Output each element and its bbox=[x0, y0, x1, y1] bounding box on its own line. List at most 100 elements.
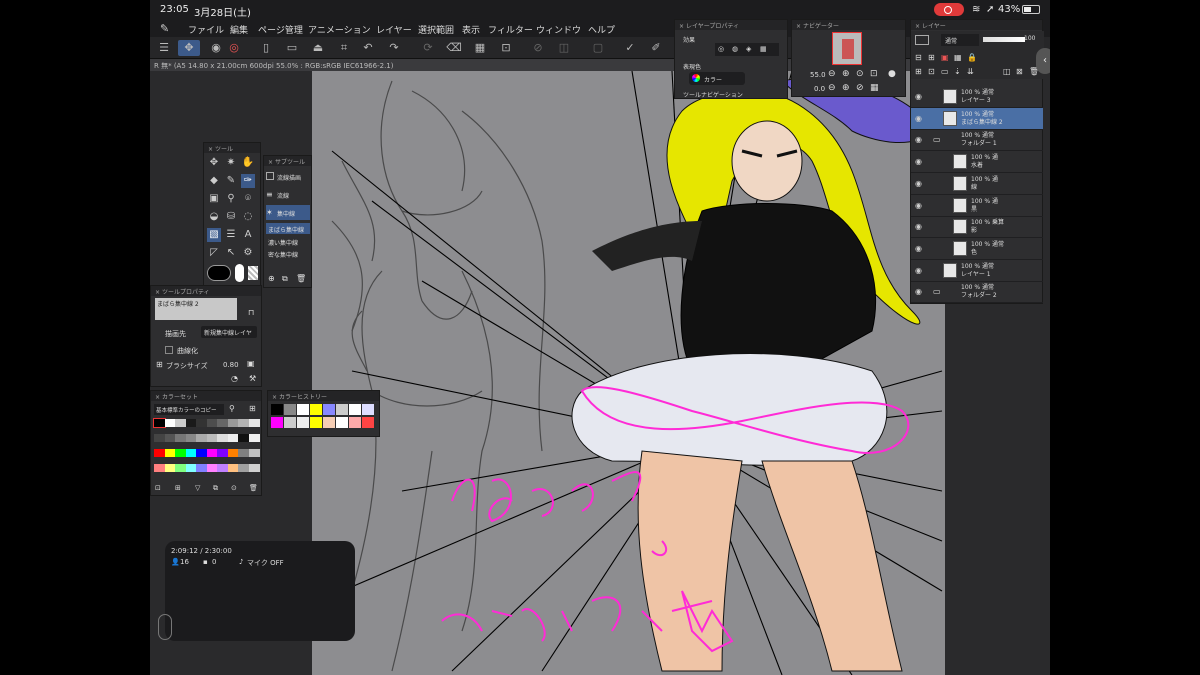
color-history-grid[interactable] bbox=[271, 404, 379, 432]
menu-item[interactable]: 表示 bbox=[462, 23, 480, 36]
stepper-icon[interactable]: ▣ bbox=[247, 359, 255, 368]
pencil-icon[interactable]: ✎ bbox=[224, 174, 238, 188]
layer-row[interactable]: ◉ ▭ 100 % 通常 フォルダー 2 bbox=[911, 281, 1043, 304]
menu-item[interactable]: フィルター bbox=[488, 23, 533, 36]
color-swatch[interactable] bbox=[164, 464, 176, 472]
reset-zoom-icon[interactable]: ● bbox=[888, 69, 896, 79]
color-swatch[interactable] bbox=[196, 434, 207, 442]
zoom-value[interactable]: 55.0 bbox=[810, 71, 826, 79]
menu-item[interactable]: 選択範囲 bbox=[418, 23, 454, 36]
eye-icon[interactable]: ◉ bbox=[915, 222, 925, 232]
layer-color-icon[interactable]: ◈ bbox=[746, 45, 751, 53]
subtool-item[interactable]: ≡ 流線 bbox=[266, 187, 310, 202]
color-swatch[interactable] bbox=[248, 434, 260, 442]
color-swatch[interactable] bbox=[175, 434, 186, 442]
apply-mask-icon[interactable]: ⊠ bbox=[1016, 67, 1023, 76]
correction-icon[interactable]: ⚙ bbox=[241, 246, 255, 260]
new-raster-icon[interactable]: ⊞ bbox=[915, 67, 922, 76]
transparent-swatch[interactable] bbox=[248, 266, 258, 280]
fill-icon[interactable]: ▦ bbox=[472, 40, 488, 56]
color-swatch[interactable] bbox=[164, 434, 176, 442]
color-swatch[interactable] bbox=[175, 419, 186, 427]
swatch-settings-icon[interactable]: ⊙ bbox=[231, 484, 237, 492]
lock-icon[interactable]: ⊓ bbox=[248, 308, 254, 317]
record-indicator[interactable] bbox=[934, 3, 964, 16]
operation-icon[interactable]: ↖ bbox=[224, 246, 238, 260]
history-swatch[interactable] bbox=[271, 404, 283, 415]
color-swatch[interactable] bbox=[154, 464, 165, 472]
eye-icon[interactable]: ◉ bbox=[915, 114, 925, 124]
history-swatch[interactable] bbox=[323, 417, 335, 428]
color-swatch[interactable] bbox=[227, 434, 239, 442]
lock-transparency-icon[interactable]: ▦ bbox=[954, 53, 962, 62]
color-swatch[interactable] bbox=[154, 434, 165, 442]
menu-item[interactable]: ページ管理 bbox=[258, 23, 303, 36]
color-search-icon[interactable]: ⚲ bbox=[229, 404, 235, 413]
eye-icon[interactable]: ◉ bbox=[915, 201, 925, 211]
tone-effect-icon[interactable]: ◍ bbox=[732, 45, 738, 53]
eyedropper-icon[interactable]: ⚲ bbox=[224, 192, 238, 206]
menu-item[interactable]: アニメーション bbox=[308, 23, 371, 36]
menu-item[interactable]: レイヤー bbox=[376, 23, 412, 36]
color-swatch[interactable] bbox=[238, 449, 249, 457]
history-swatch[interactable] bbox=[323, 404, 335, 415]
mic-status[interactable]: マイク OFF bbox=[247, 558, 284, 568]
layer-row[interactable]: ◉ 100 % 通常色 bbox=[911, 238, 1043, 260]
color-swatch[interactable] bbox=[227, 419, 239, 427]
layer-row[interactable]: ◉ 100 % 通黒 bbox=[911, 195, 1043, 217]
layer-row[interactable]: ◉ 100 % 通常 レイヤー 1 bbox=[911, 260, 1043, 282]
history-swatch[interactable] bbox=[336, 404, 348, 415]
airbrush-icon[interactable]: ▣ bbox=[207, 192, 221, 206]
swatch-replace-icon[interactable]: ▽ bbox=[195, 484, 200, 492]
color-swatch[interactable] bbox=[206, 449, 218, 457]
lock-layer-icon[interactable]: 🔒 bbox=[967, 53, 977, 62]
rotate-right-icon[interactable]: ⊕ bbox=[842, 83, 850, 93]
navigator-preview[interactable] bbox=[832, 32, 862, 65]
color-swatch[interactable] bbox=[238, 419, 249, 427]
settings-icon[interactable]: ◔ bbox=[231, 374, 238, 383]
layer-mask-icon[interactable]: ◫ bbox=[1003, 67, 1011, 76]
color-set-select[interactable]: 基本標準カラーのコピー bbox=[154, 404, 224, 415]
history-swatch[interactable] bbox=[284, 404, 296, 415]
print-icon[interactable]: ⌗ bbox=[336, 40, 352, 56]
transform-icon[interactable]: ⊡ bbox=[498, 40, 514, 56]
layer-mask-toggle[interactable] bbox=[915, 35, 929, 45]
zoom-out-icon[interactable]: ⊖ bbox=[828, 69, 836, 79]
redo-icon[interactable]: ↷ bbox=[386, 40, 402, 56]
swatch-tool-icon[interactable]: ⊡ bbox=[155, 484, 161, 492]
layers-icon[interactable]: ☰ bbox=[224, 228, 238, 242]
subtool-item[interactable]: 密な集中線 bbox=[266, 248, 310, 259]
wrench-icon[interactable]: ⚒ bbox=[249, 374, 256, 383]
invert-selection-icon[interactable]: ◫ bbox=[556, 40, 572, 56]
color-swatch-grid[interactable] bbox=[153, 418, 260, 479]
history-swatch[interactable] bbox=[284, 417, 296, 428]
eye-icon[interactable]: ◉ bbox=[915, 135, 925, 145]
new-file-icon[interactable]: ▯ bbox=[258, 40, 274, 56]
open-folder-icon[interactable]: ▭ bbox=[284, 40, 300, 56]
fit-icon[interactable]: ⊙ bbox=[856, 69, 864, 79]
reference-icon[interactable]: ⊞ bbox=[928, 53, 935, 62]
eraser-settings-icon[interactable]: ✐ bbox=[648, 40, 664, 56]
draw-target-select[interactable]: 新規集中線レイヤ bbox=[201, 326, 257, 338]
layer-row[interactable]: ◉ 100 % 通常 レイヤー 3 bbox=[911, 86, 1043, 108]
color-swatch[interactable] bbox=[185, 449, 197, 457]
border-effect-icon[interactable]: ◎ bbox=[718, 45, 724, 53]
snap-icon[interactable]: ◎ bbox=[226, 40, 242, 56]
color-swatch[interactable] bbox=[196, 449, 207, 457]
extract-line-icon[interactable]: ▦ bbox=[760, 45, 767, 53]
move-icon[interactable]: ✥ bbox=[207, 156, 221, 170]
color-swatch[interactable] bbox=[185, 419, 197, 427]
history-swatch[interactable] bbox=[336, 417, 348, 428]
color-swatch[interactable] bbox=[185, 434, 197, 442]
opacity-value[interactable]: 100 bbox=[1024, 35, 1035, 42]
rotate-left-icon[interactable]: ⊖ bbox=[828, 83, 836, 93]
layer-row[interactable]: ◉ ▭ 100 % 通常 フォルダー 1 bbox=[911, 129, 1043, 152]
rotation-value[interactable]: 0.0 bbox=[814, 85, 825, 93]
new-vector-icon[interactable]: ⊡ bbox=[928, 67, 935, 76]
swatch-add-icon[interactable]: ⊞ bbox=[175, 484, 181, 492]
effect-buttons[interactable]: ◎ ◍ ◈ ▦ bbox=[715, 43, 779, 56]
brush-size-value[interactable]: 0.80 bbox=[223, 361, 239, 369]
undo-icon[interactable]: ↶ bbox=[360, 40, 376, 56]
navigator-icon[interactable]: ◉ bbox=[208, 40, 224, 56]
color-swatch[interactable] bbox=[248, 449, 260, 457]
